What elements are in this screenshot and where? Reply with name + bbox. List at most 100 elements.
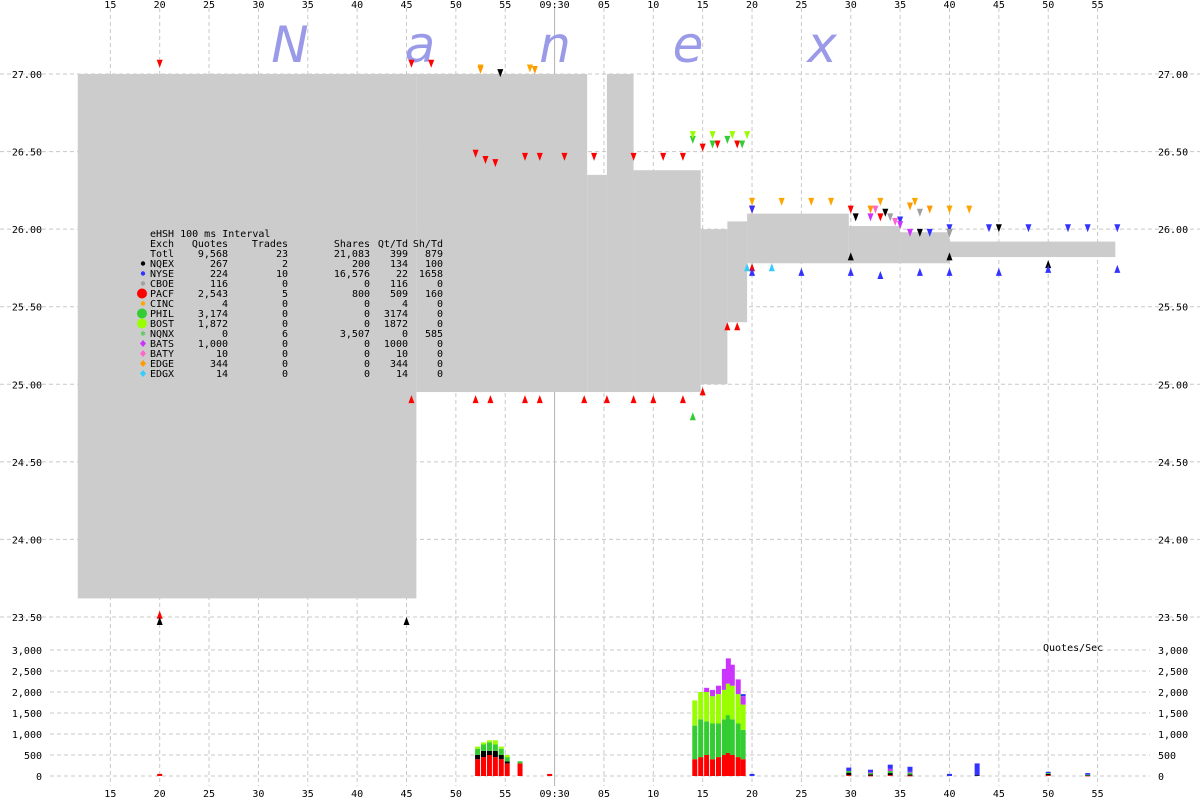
volume-bar-phil: [481, 744, 487, 751]
x-tick-label-bottom: 09:30: [540, 789, 570, 800]
quote-marker-phil-ask: [709, 140, 716, 149]
volume-bar-nqex: [887, 773, 893, 776]
volume-bar-pacf: [498, 759, 504, 776]
x-tick-label-top: 30: [845, 0, 857, 11]
volume-bar-phil: [1085, 774, 1091, 776]
legend-marker-cinc: [140, 301, 146, 306]
volume-bar-bost: [486, 740, 492, 743]
x-tick-label-bottom: 30: [252, 789, 264, 800]
price-tick-label-left: 23.50: [12, 613, 42, 624]
volume-bar-pacf: [157, 773, 163, 776]
volume-tick-label-left: 2,000: [12, 688, 42, 699]
quote-marker-nyse-ask: [1114, 224, 1121, 233]
quote-marker-nyse-ask: [1084, 224, 1091, 233]
x-tick-label-bottom: 05: [598, 789, 610, 800]
volume-bar-bost: [698, 692, 704, 720]
volume-bar-phil: [517, 761, 523, 764]
quote-marker-nyse-ask: [985, 224, 992, 233]
x-tick-label-top: 40: [943, 0, 955, 11]
quote-marker-edge-ask: [906, 202, 913, 211]
volume-bar-bost: [715, 694, 721, 724]
volume-bar-bats: [740, 696, 746, 705]
quote-marker-nqex-ask: [995, 224, 1002, 233]
volume-tick-label-left: 3,000: [12, 646, 42, 657]
quote-marker-cinc-ask: [749, 197, 756, 206]
stats-shares: 0: [364, 369, 370, 380]
x-tick-label-top: 20: [746, 0, 758, 11]
price-tick-label-right: 27.00: [1158, 70, 1188, 81]
stats-sh-td: 0: [437, 369, 443, 380]
quote-marker-edge-ask: [867, 205, 874, 214]
quote-marker-bost-ask: [744, 131, 751, 140]
price-tick-label-left: 26.00: [12, 225, 42, 236]
quote-marker-nqex-ask: [882, 208, 889, 217]
x-tick-label-bottom: 25: [203, 789, 215, 800]
quote-marker-pacf-bid: [472, 395, 479, 404]
watermark-letter: n: [539, 16, 571, 74]
x-tick-label-top: 30: [252, 0, 264, 11]
x-tick-label-top: 55: [499, 0, 511, 11]
volume-bar-phil: [846, 770, 852, 773]
volume-bar-phil: [498, 748, 504, 755]
quote-marker-pacf-bid: [487, 395, 494, 404]
quote-marker-nyse-bid: [916, 267, 923, 276]
volume-bar-phil: [887, 770, 893, 774]
volume-bar-pacf: [846, 775, 852, 776]
volume-bar-nyse: [749, 773, 755, 776]
x-tick-label-top: 25: [203, 0, 215, 11]
volume-bar-pacf: [517, 763, 523, 776]
price-tick-label-left: 27.00: [12, 70, 42, 81]
quote-marker-nyse-bid: [1114, 264, 1121, 273]
legend-marker-nqex: [140, 261, 146, 266]
quote-marker-phil-ask: [739, 140, 746, 149]
price-tick-label-right: 23.50: [1158, 613, 1188, 624]
quote-marker-nyse-bid: [946, 267, 953, 276]
volume-bar-pacf: [704, 755, 710, 776]
quote-marker-pacf-bid: [650, 395, 657, 404]
quote-marker-phil-bid: [689, 412, 696, 421]
volume-bar-nqex: [868, 774, 874, 776]
quote-marker-cinc-ask: [911, 197, 918, 206]
x-tick-label-top: 25: [795, 0, 807, 11]
price-tick-label-left: 26.50: [12, 148, 42, 159]
watermark-letter: e: [673, 16, 704, 74]
quote-marker-nyse-bid: [877, 271, 884, 280]
volume-bar-pacf: [481, 757, 487, 776]
x-tick-label-bottom: 25: [795, 789, 807, 800]
x-tick-label-bottom: 40: [943, 789, 955, 800]
price-tick-label-right: 26.00: [1158, 225, 1188, 236]
volume-bar-pacf: [504, 763, 510, 776]
legend-marker-nqnx: [140, 331, 146, 336]
x-tick-label-bottom: 55: [1092, 789, 1104, 800]
volume-bar-bost: [498, 746, 504, 749]
volume-tick-label-right: 0: [1158, 772, 1164, 783]
price-tick-label-left: 25.00: [12, 380, 42, 391]
volume-bar-phil: [698, 719, 704, 758]
volume-bar-pacf: [547, 773, 553, 776]
volume-bar-nyse: [868, 769, 874, 773]
volume-bar-nqex: [974, 775, 980, 776]
volume-bar-phil: [504, 757, 510, 762]
quote-marker-nyse-ask: [1064, 224, 1071, 233]
volume-bar-pacf: [887, 775, 893, 776]
quote-marker-pacf-ask: [847, 205, 854, 214]
quote-marker-pacf-ask: [679, 152, 686, 161]
price-tick-label-left: 24.50: [12, 458, 42, 469]
volume-bar-bats: [704, 687, 710, 692]
x-tick-label-top: 15: [697, 0, 709, 11]
volume-bar-bats: [907, 771, 913, 773]
x-tick-label-bottom: 15: [104, 789, 116, 800]
volume-bar-bost: [475, 746, 481, 749]
volume-bar-phil: [907, 772, 913, 775]
quote-marker-bost-ask: [729, 131, 736, 140]
x-tick-label-top: 05: [598, 0, 610, 11]
quote-marker-pacf-ask: [660, 152, 667, 161]
volume-bar-pacf: [710, 759, 716, 776]
spread-segment: [848, 226, 901, 264]
volume-bar-pacf: [1045, 775, 1051, 776]
volume-bar-bats: [735, 679, 741, 695]
volume-tick-label-left: 1,000: [12, 730, 42, 741]
quote-marker-edge-ask: [477, 66, 484, 74]
volume-bar-phil: [740, 729, 746, 760]
volume-bar-bost: [735, 694, 741, 724]
